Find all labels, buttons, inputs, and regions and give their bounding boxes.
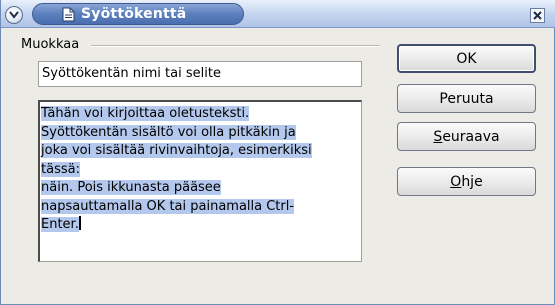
- text-line: Syöttökentän sisältö voi olla pitkäkin j…: [41, 124, 296, 140]
- group-label: Muokkaa: [21, 37, 80, 52]
- text-line: tässä:: [41, 161, 80, 177]
- title-pill: Syöttökenttä: [32, 3, 244, 25]
- close-button[interactable]: [530, 8, 545, 23]
- next-mnemonic: S: [433, 128, 443, 145]
- document-icon: [61, 6, 75, 22]
- text-line: Enter.: [41, 216, 81, 232]
- text-line: näin. Pois ikkunasta pääsee: [41, 180, 221, 195]
- next-button[interactable]: Seuraava: [397, 122, 536, 151]
- group-divider: [91, 45, 380, 47]
- chevron-down-icon: [9, 11, 19, 19]
- text-caret: [78, 216, 81, 230]
- text-line: napsauttamalla OK tai painamalla Ctrl-: [41, 198, 295, 214]
- cancel-button[interactable]: Peruuta: [397, 84, 536, 113]
- close-icon: [533, 11, 542, 20]
- help-mnemonic: O: [450, 173, 462, 190]
- next-label: euraava: [442, 128, 500, 145]
- text-line: Tähän voi kirjoittaa oletusteksti.: [41, 106, 250, 121]
- window-title: Syöttökenttä: [81, 6, 187, 22]
- help-label: hje: [461, 173, 483, 190]
- help-button[interactable]: Ohje: [397, 167, 536, 196]
- default-text-area[interactable]: Tähän voi kirjoittaa oletusteksti. Syött…: [38, 100, 362, 262]
- dialog-window: Syöttökenttä Muokkaa Syöttökentän nimi t…: [0, 0, 555, 305]
- field-name-input[interactable]: Syöttökentän nimi tai selite: [38, 61, 362, 87]
- title-bar[interactable]: Syöttökenttä: [1, 0, 555, 28]
- window-menu-button[interactable]: [5, 6, 23, 24]
- text-line: joka voi sisältää rivinvaihtoja, esimerk…: [41, 143, 312, 158]
- ok-button[interactable]: OK: [397, 44, 536, 73]
